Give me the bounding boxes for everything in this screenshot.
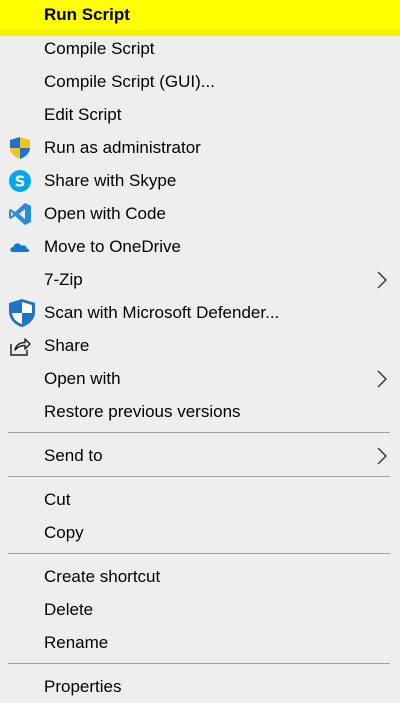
menu-item-label: Edit Script <box>44 105 122 124</box>
menu-item-properties[interactable]: Properties <box>0 670 400 703</box>
menu-item-copy[interactable]: Copy <box>0 516 400 549</box>
menu-item-delete[interactable]: Delete <box>0 593 400 626</box>
share-icon <box>8 334 32 358</box>
menu-item-label: Run as administrator <box>44 138 201 157</box>
chevron-right-icon <box>376 271 388 289</box>
menu-item-open-with-code[interactable]: Open with Code <box>0 197 400 230</box>
menu-item-label: Create shortcut <box>44 567 161 586</box>
onedrive-icon <box>8 235 32 259</box>
svg-text:S: S <box>15 173 26 191</box>
menu-item-7-zip[interactable]: 7-Zip <box>0 263 400 296</box>
chevron-right-icon <box>376 447 388 465</box>
menu-item-label: Share <box>44 336 90 355</box>
menu-item-open-with[interactable]: Open with <box>0 362 400 395</box>
menu-item-label: Compile Script (GUI)... <box>44 72 215 91</box>
chevron-right-icon <box>376 370 388 388</box>
menu-item-move-to-onedrive[interactable]: Move to OneDrive <box>0 230 400 263</box>
skype-icon: S <box>8 169 32 193</box>
menu-item-run-script[interactable]: Run Script <box>0 0 400 36</box>
menu-item-label: Restore previous versions <box>44 402 241 421</box>
menu-item-label: Properties <box>44 677 122 696</box>
menu-item-compile-script-gui[interactable]: Compile Script (GUI)... <box>0 65 400 98</box>
menu-item-label: Run Script <box>44 5 130 24</box>
menu-separator <box>8 432 390 433</box>
menu-item-label: Open with <box>44 369 121 388</box>
menu-item-create-shortcut[interactable]: Create shortcut <box>0 560 400 593</box>
menu-item-send-to[interactable]: Send to <box>0 439 400 472</box>
menu-item-label: Open with Code <box>44 204 166 223</box>
menu-item-label: Delete <box>44 600 94 619</box>
menu-item-rename[interactable]: Rename <box>0 626 400 659</box>
menu-item-label: Copy <box>44 523 84 542</box>
menu-item-share[interactable]: Share <box>0 329 400 362</box>
menu-separator <box>8 476 390 477</box>
menu-item-label: Move to OneDrive <box>44 237 181 256</box>
menu-item-label: Compile Script <box>44 39 155 58</box>
menu-item-cut[interactable]: Cut <box>0 483 400 516</box>
menu-item-label: Share with Skype <box>44 171 177 190</box>
context-menu: Run Script Compile Script Compile Script… <box>0 0 400 703</box>
menu-item-label: Rename <box>44 633 109 652</box>
menu-separator <box>8 553 390 554</box>
menu-item-label: 7-Zip <box>44 270 83 289</box>
menu-item-label: Cut <box>44 490 71 509</box>
menu-item-compile-script[interactable]: Compile Script <box>0 32 400 65</box>
menu-item-edit-script[interactable]: Edit Script <box>0 98 400 131</box>
menu-item-label: Scan with Microsoft Defender... <box>44 303 280 322</box>
menu-separator <box>8 663 390 664</box>
menu-item-run-as-administrator[interactable]: Run as administrator <box>0 131 400 164</box>
menu-item-label: Send to <box>44 446 103 465</box>
defender-shield-icon <box>7 298 37 328</box>
menu-item-share-with-skype[interactable]: S Share with Skype <box>0 164 400 197</box>
menu-item-restore-previous-versions[interactable]: Restore previous versions <box>0 395 400 428</box>
vscode-icon <box>8 202 32 226</box>
uac-shield-icon <box>8 136 32 160</box>
menu-item-scan-with-defender[interactable]: Scan with Microsoft Defender... <box>0 296 400 329</box>
